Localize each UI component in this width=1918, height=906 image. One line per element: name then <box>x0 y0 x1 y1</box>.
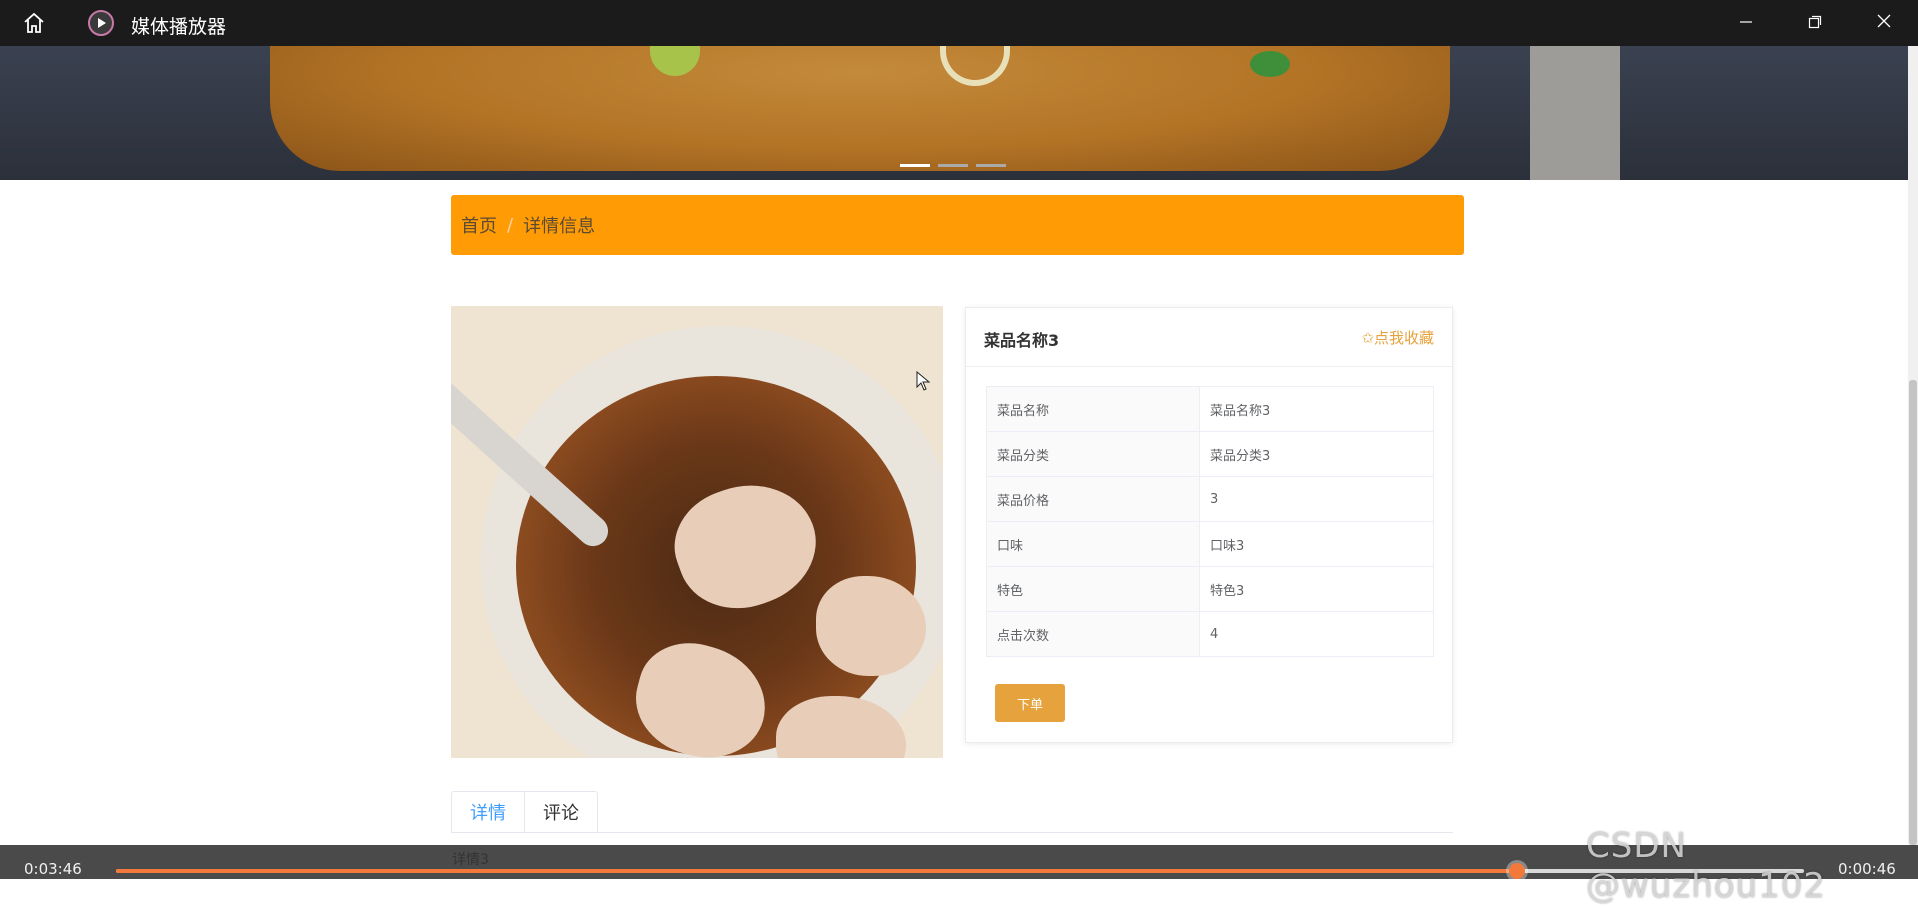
banner-garnish <box>1250 51 1290 77</box>
row-label: 菜品价格 <box>986 476 1200 522</box>
row-label: 特色 <box>986 566 1200 612</box>
row-value: 口味3 <box>1199 521 1434 567</box>
wonton <box>623 631 779 758</box>
table-row: 菜品价格 3 <box>986 476 1434 522</box>
breadcrumb-current: 详情信息 <box>523 216 596 237</box>
current-time: 0:03:46 <box>24 860 82 878</box>
row-value: 菜品名称3 <box>1199 386 1434 432</box>
carousel-dot[interactable] <box>976 164 1006 167</box>
order-button[interactable]: 下单 <box>995 684 1065 722</box>
minimize-icon <box>1739 14 1753 33</box>
seek-bar[interactable] <box>116 863 1804 879</box>
row-label: 菜品分类 <box>986 431 1200 477</box>
breadcrumb-home[interactable]: 首页 <box>461 212 497 238</box>
table-row: 口味 口味3 <box>986 521 1434 567</box>
title-bar: 媒体播放器 <box>0 0 1918 46</box>
breadcrumb-separator: / <box>507 214 514 236</box>
row-value: 3 <box>1199 476 1434 522</box>
row-value: 特色3 <box>1199 566 1434 612</box>
carousel-indicators <box>900 164 1006 167</box>
banner-carousel[interactable] <box>0 46 1908 180</box>
home-icon[interactable] <box>22 11 46 35</box>
product-title: 菜品名称3 <box>984 331 1060 350</box>
close-button[interactable] <box>1850 0 1918 46</box>
row-label: 点击次数 <box>986 611 1200 657</box>
table-row: 菜品名称 菜品名称3 <box>986 386 1434 432</box>
mouse-cursor-icon <box>916 370 931 395</box>
seek-bar-thumb[interactable] <box>1509 863 1526 879</box>
seek-bar-progress <box>116 869 1518 873</box>
app-title: 媒体播放器 <box>131 16 227 38</box>
maximize-button[interactable] <box>1781 0 1849 46</box>
row-label: 菜品名称 <box>986 386 1200 432</box>
row-label: 口味 <box>986 521 1200 567</box>
watermark: CSDN @wuzhou102 <box>1586 826 1826 906</box>
maximize-icon <box>1808 14 1822 33</box>
tab-detail[interactable]: 详情 <box>451 791 525 832</box>
close-icon <box>1876 13 1892 33</box>
product-info-card: 菜品名称3 ✩点我收藏 菜品名称 菜品名称3 菜品分类 菜品分类3 菜品价格 3… <box>965 307 1453 743</box>
favorite-button[interactable]: ✩点我收藏 <box>1361 327 1434 348</box>
product-detail-table: 菜品名称 菜品名称3 菜品分类 菜品分类3 菜品价格 3 口味 口味3 特色 特… <box>986 386 1434 657</box>
banner-plate <box>1530 46 1620 180</box>
tab-comment[interactable]: 评论 <box>525 791 598 832</box>
table-row: 点击次数 4 <box>986 611 1434 657</box>
detail-tabs: 详情 评论 <box>451 791 598 833</box>
minimize-button[interactable] <box>1712 0 1780 46</box>
scrollbar-thumb[interactable] <box>1909 380 1917 845</box>
carousel-dot[interactable] <box>900 164 930 167</box>
row-value: 4 <box>1199 611 1434 657</box>
dish-image <box>451 306 943 758</box>
row-value: 菜品分类3 <box>1199 431 1434 477</box>
media-player-icon <box>88 10 114 36</box>
card-header: 菜品名称3 ✩点我收藏 <box>966 308 1452 367</box>
tabs-divider <box>451 832 1453 833</box>
table-row: 特色 特色3 <box>986 566 1434 612</box>
wonton <box>659 465 833 627</box>
breadcrumb: 首页 / 详情信息 <box>451 195 1464 255</box>
carousel-dot[interactable] <box>938 164 968 167</box>
table-row: 菜品分类 菜品分类3 <box>986 431 1434 477</box>
wonton <box>816 576 926 676</box>
caption-text: 详情3 <box>452 852 489 868</box>
soup <box>516 376 926 758</box>
